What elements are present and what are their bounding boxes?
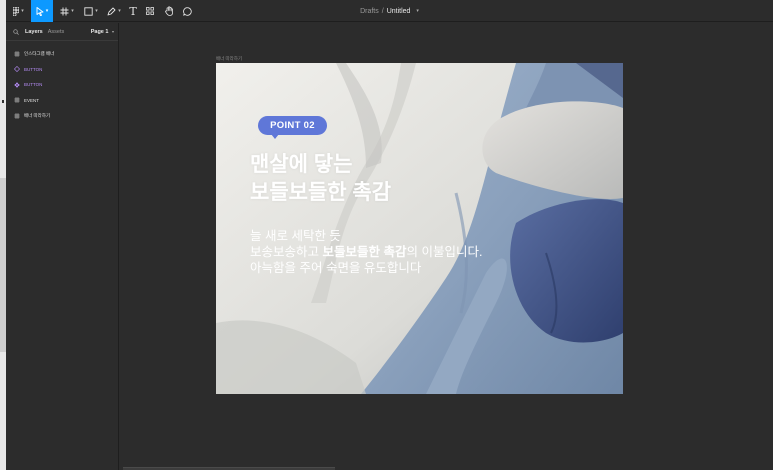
edge-marker xyxy=(2,100,4,103)
layer-label: BUTTON xyxy=(24,82,43,88)
body-line-2-post: 의 이불입니다. xyxy=(406,245,483,259)
frame-hash-icon xyxy=(60,7,69,15)
hand-icon xyxy=(164,6,173,16)
frame-hash-icon xyxy=(14,97,24,103)
body-line-3: 아늑함을 주어 숙면을 유도합니다 xyxy=(250,261,422,275)
layer-label: 인스타그램 배너 xyxy=(24,50,55,56)
breadcrumb-separator: / xyxy=(381,7,384,15)
page-selector[interactable]: Page 1 ▾ xyxy=(91,29,114,35)
layer-label: 배너 따라하기 xyxy=(24,112,51,118)
shape-tool-button[interactable]: ▾ xyxy=(80,0,102,22)
banner-frame[interactable]: POINT 02 맨살에 닿는 보들보들한 촉감 늘 새로 세탁한 듯 보송보송… xyxy=(216,63,623,394)
layer-item-button-set[interactable]: BUTTON xyxy=(6,62,118,78)
chevron-down-icon: ▾ xyxy=(71,8,74,14)
layer-label: BUTTON xyxy=(24,66,43,72)
chevron-down-icon: ▾ xyxy=(45,8,49,14)
banner-headline[interactable]: 맨살에 닿는 보들보들한 촉감 xyxy=(250,151,391,207)
tab-layers[interactable]: Layers xyxy=(25,29,43,35)
pen-tool-button[interactable]: ▾ xyxy=(103,0,125,22)
canvas[interactable]: 배너 따라하기 POINT 02 맨살에 닿는 보들보들한 촉감 늘 새로 세탁… xyxy=(120,23,773,470)
point-badge[interactable]: POINT 02 xyxy=(258,116,327,135)
headline-line-1: 맨살에 닿는 xyxy=(250,153,353,176)
layer-item-event[interactable]: EVENT xyxy=(6,93,118,109)
comment-tool-button[interactable] xyxy=(179,0,195,22)
component-diamond-icon xyxy=(14,66,24,73)
frame-hash-icon xyxy=(14,51,24,57)
chevron-down-icon[interactable]: ▾ xyxy=(416,8,419,14)
body-line-2-pre: 보송보송하고 xyxy=(250,245,323,259)
headline-line-2: 보들보들한 촉감 xyxy=(250,181,392,204)
banner-body-text[interactable]: 늘 새로 세탁한 듯 보송보송하고 보들보들한 촉감의 이불입니다. 아늑함을 … xyxy=(250,228,482,276)
main-menu-button[interactable]: ▾ xyxy=(8,0,29,22)
move-tool-button[interactable]: ▾ xyxy=(31,0,53,22)
badge-pointer xyxy=(271,134,279,139)
hand-tool-button[interactable] xyxy=(161,0,177,22)
layer-label: EVENT xyxy=(24,97,40,103)
resources-icon xyxy=(146,7,154,15)
page-selector-label: Page 1 xyxy=(90,28,109,35)
frame-label[interactable]: 배너 따라하기 xyxy=(216,56,242,62)
layer-item-instagram-banner[interactable]: 인스타그램 배너 xyxy=(6,46,118,62)
body-line-2-bold: 보들보들한 촉감 xyxy=(322,245,407,259)
comment-icon xyxy=(182,6,192,16)
chevron-down-icon: ▾ xyxy=(95,8,98,14)
search-icon[interactable] xyxy=(10,28,22,35)
text-icon: T xyxy=(129,4,137,18)
breadcrumb-drafts[interactable]: Drafts xyxy=(360,8,379,15)
chevron-down-icon: ▾ xyxy=(118,8,121,14)
resources-tool-button[interactable] xyxy=(143,0,157,22)
component-icon xyxy=(14,82,24,88)
rectangle-icon xyxy=(84,6,93,16)
chevron-down-icon: ▾ xyxy=(21,8,24,14)
figma-logo-icon xyxy=(13,6,20,16)
frame-tool-button[interactable]: ▾ xyxy=(56,0,78,22)
toolbar: ▾ ▾ ▾ ▾ ▾ T Drafts / Untitled ▾ xyxy=(6,0,773,22)
panel-header: Layers Assets Page 1 ▾ xyxy=(6,23,118,41)
layer-item-button[interactable]: BUTTON xyxy=(6,77,118,93)
pointer-icon xyxy=(36,6,44,16)
body-line-1: 늘 새로 세탁한 듯 xyxy=(250,229,341,243)
file-name[interactable]: Untitled xyxy=(387,8,411,15)
tab-assets[interactable]: Assets xyxy=(48,29,65,35)
layer-item-banner-tutorial[interactable]: 배너 따라하기 xyxy=(6,108,118,124)
pen-icon xyxy=(107,7,116,15)
chevron-down-icon: ▾ xyxy=(111,28,114,34)
frame-hash-icon xyxy=(14,113,24,119)
text-tool-button[interactable]: T xyxy=(126,0,140,22)
layers-panel: Layers Assets Page 1 ▾ 인스타그램 배너 BUTTON B… xyxy=(6,23,119,470)
body-line-2: 보송보송하고 보들보들한 촉감의 이불입니다. xyxy=(250,244,482,260)
